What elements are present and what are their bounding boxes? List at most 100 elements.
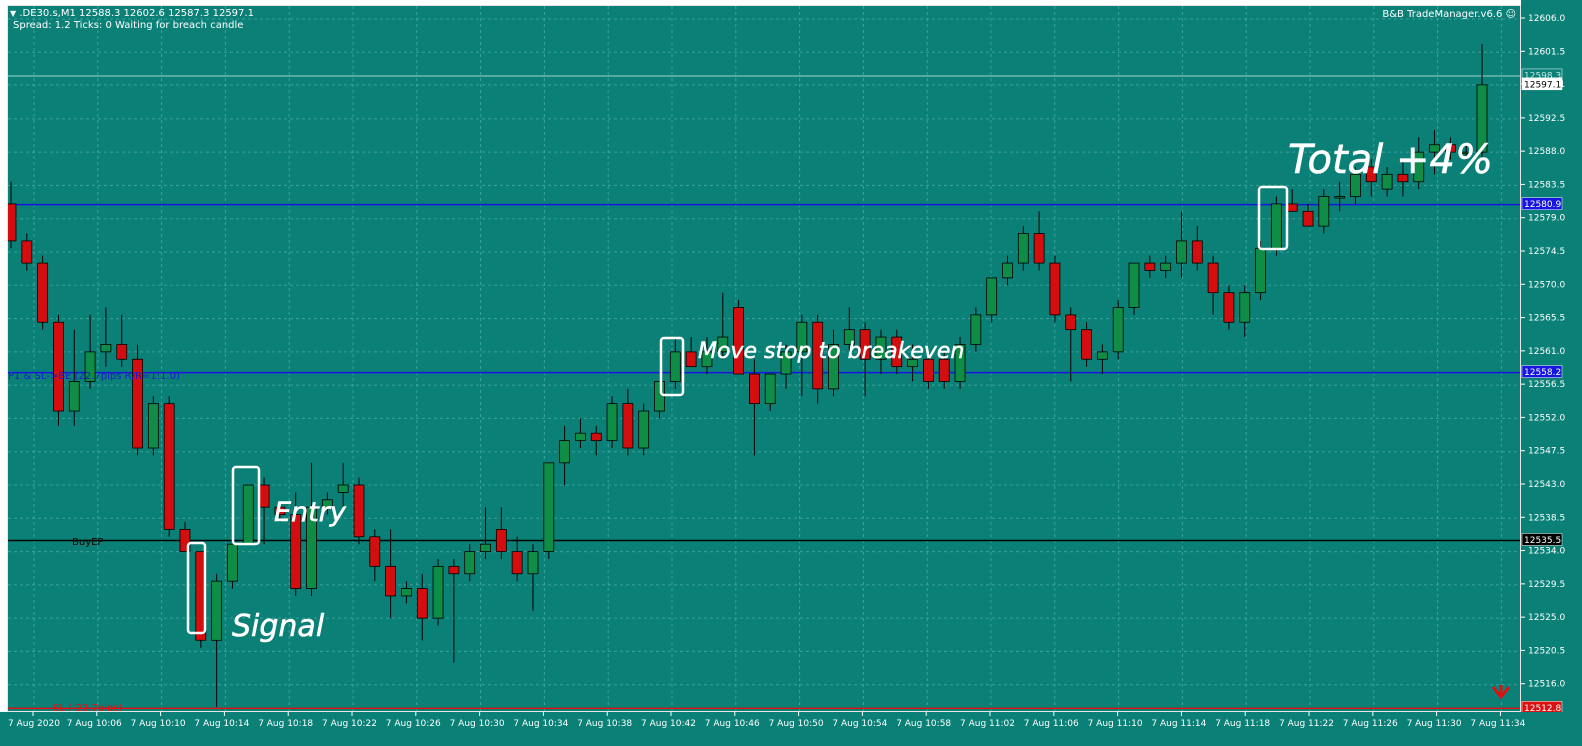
candle	[559, 425, 571, 485]
candle	[1112, 300, 1124, 360]
bull-candle-body	[669, 351, 681, 382]
hand-annotations: Signal Entry Move stop to breakeven Tota…	[186, 137, 1493, 644]
candle	[227, 543, 238, 589]
candle	[147, 396, 159, 456]
price-tick-label: 12583.5	[1528, 180, 1565, 190]
time-tick-label: 7 Aug 11:22	[1279, 719, 1334, 729]
time-axis[interactable]: 7 Aug 2020 7 Aug 10:06 7 Aug 10:10 7 Aug 10…	[0, 712, 1582, 746]
bear-candle-body	[511, 551, 523, 575]
bull-candle-body	[1002, 262, 1013, 279]
time-tick-label: 7 Aug 10:42	[641, 719, 696, 729]
status-line: Spread: 1.2 Ticks: 0 Waiting for breach …	[13, 20, 244, 31]
time-tick-label: 7 Aug 10:10	[131, 719, 186, 729]
sell-arrow-icon[interactable]	[1491, 685, 1511, 700]
bull-candle-body	[68, 381, 80, 412]
candle	[448, 558, 460, 663]
symbol-info-text: .DE30.s,M1 12588.3 12602.6 12587.3 12597…	[19, 8, 254, 19]
bear-candle-body	[1191, 240, 1203, 264]
bull-candle-body	[1270, 203, 1282, 249]
candle	[638, 403, 650, 456]
chart-window: Signal Entry Move stop to breakeven Tota…	[0, 0, 1582, 746]
candle	[1176, 211, 1187, 278]
time-tick-label: 7 Aug 11:18	[1215, 719, 1270, 729]
chart-svg[interactable]: Signal Entry Move stop to breakeven Tota…	[8, 6, 1521, 712]
price-tick-label: 12525.0	[1528, 613, 1565, 623]
price-tick-label: 12552.0	[1528, 413, 1565, 423]
chart-plot-area[interactable]: Signal Entry Move stop to breakeven Tota…	[7, 5, 1521, 712]
candle	[1033, 211, 1045, 271]
bull-candle-body	[654, 381, 665, 412]
candle	[1302, 203, 1314, 227]
candle	[8, 181, 17, 249]
time-tick-label: 7 Aug 11:06	[1024, 719, 1079, 729]
candle	[1318, 189, 1330, 234]
price-tick-label: 12570.0	[1528, 280, 1565, 290]
bear-candle-body	[258, 484, 270, 508]
price-tick-label: 12547.5	[1528, 447, 1565, 457]
candle	[1049, 255, 1061, 323]
time-tick-label: 7 Aug 10:06	[67, 719, 122, 729]
current-price-tag: 12597.1	[1524, 80, 1561, 90]
price-tick-label: 12579.0	[1528, 214, 1565, 224]
candle	[606, 396, 618, 449]
entry-line-label: BuyEP	[72, 537, 104, 548]
price-tick-label: 12556.5	[1528, 380, 1565, 390]
candle	[385, 529, 397, 619]
bull-candle-body	[464, 551, 476, 575]
bull-candle-body	[1160, 262, 1172, 271]
sl-price-tag: 12512.8	[1524, 704, 1561, 712]
candle	[1239, 285, 1251, 338]
collapse-arrow-icon[interactable]: ▼	[10, 9, 16, 18]
time-tick-label: 7 Aug 11:34	[1470, 719, 1525, 729]
signal-annotation: Signal	[232, 609, 325, 644]
candle	[986, 277, 998, 323]
smiley-icon: ☺	[1505, 9, 1516, 20]
time-tick-label: 7 Aug 10:54	[832, 719, 887, 729]
bull-candle-body	[1128, 262, 1140, 308]
sl-line-label: SL (-22.7pips)	[53, 703, 123, 712]
bear-candle-body	[590, 432, 602, 442]
price-tick-label: 12561.0	[1528, 347, 1565, 357]
candle	[37, 255, 49, 330]
candle	[432, 558, 444, 626]
price-tick-label: 12529.5	[1528, 580, 1565, 590]
bull-candle-body	[337, 484, 349, 493]
candle	[464, 544, 476, 582]
time-tick-label: 7 Aug 11:26	[1343, 719, 1398, 729]
candle	[1002, 255, 1013, 286]
price-tick-label: 12520.5	[1528, 646, 1565, 656]
time-tick-label: 7 Aug 10:18	[258, 719, 313, 729]
time-tick-label: 7 Aug 10:38	[577, 719, 632, 729]
price-tick-label: 12592.5	[1528, 114, 1565, 124]
bull-candle-body	[1096, 351, 1108, 360]
candle	[654, 381, 665, 419]
bear-candle-body	[1144, 262, 1156, 271]
bear-candle-body	[1065, 314, 1077, 331]
candle	[116, 314, 128, 367]
bull-candle-body	[242, 484, 254, 545]
bear-candle-body	[37, 262, 49, 323]
bear-candle-body	[1302, 210, 1314, 227]
price-axis[interactable]: 12606.0 12601.5 12597.1 12592.5 12588.0 12583…	[1521, 0, 1582, 712]
bull-candle-body	[227, 543, 238, 582]
time-tick-label: 7 Aug 10:14	[194, 719, 249, 729]
time-tick-label: 7 Aug 10:46	[705, 719, 760, 729]
candle	[1223, 285, 1235, 330]
bear-candle-body	[448, 565, 460, 575]
bear-candle-body	[21, 240, 33, 264]
bear-candle-body	[1081, 329, 1092, 360]
tp-price-tag: 12558.2	[1524, 368, 1561, 378]
time-tick-label: 7 Aug 11:10	[1088, 719, 1143, 729]
symbol-info-line[interactable]: ▼ .DE30.s,M1 12588.3 12602.6 12587.3 125…	[10, 8, 254, 20]
candle	[1160, 255, 1172, 278]
candle	[1191, 226, 1203, 271]
time-tick-label: 7 Aug 10:22	[322, 719, 377, 729]
candle	[527, 544, 539, 611]
entry-annotation: Entry	[274, 497, 347, 528]
candle	[242, 484, 254, 545]
bull-candle-body	[527, 551, 539, 575]
price-tick-label: 12588.0	[1528, 147, 1565, 157]
candle	[764, 373, 776, 412]
ea-label[interactable]: B&B TradeManager.v6.6 ☺	[1382, 9, 1516, 21]
candle	[21, 233, 33, 271]
